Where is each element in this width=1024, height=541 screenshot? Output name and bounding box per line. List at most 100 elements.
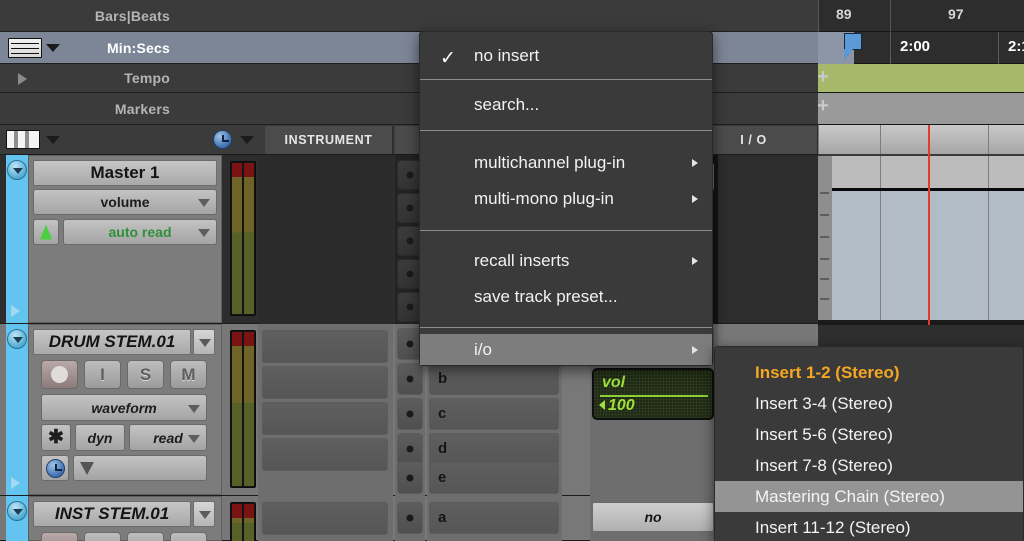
submenu-item-mastering-chain[interactable]: Mastering Chain (Stereo) — [715, 481, 1023, 512]
track-view-selector-icon[interactable] — [6, 130, 40, 149]
chevron-down-icon[interactable] — [46, 136, 60, 144]
record-enable-button[interactable] — [41, 360, 78, 389]
insert-indicator[interactable] — [397, 502, 423, 534]
instrument-column-master[interactable] — [258, 155, 393, 324]
track-comments-field[interactable] — [73, 455, 207, 481]
expand-triangle-icon[interactable] — [18, 73, 27, 85]
track-header-master[interactable]: Master 1 volume auto read — [28, 155, 222, 323]
submenu-item-insert-3-4[interactable]: Insert 3-4 (Stereo) — [715, 388, 1023, 419]
record-enable-button[interactable] — [41, 532, 78, 541]
track-play-icon[interactable] — [11, 305, 20, 317]
insert-slot-column-inst[interactable]: a — [427, 496, 562, 541]
insert-indicator-column-inst[interactable] — [395, 496, 425, 541]
mute-button[interactable] — [170, 532, 207, 541]
instrument-slot[interactable] — [262, 438, 388, 471]
instrument-column-drum[interactable] — [258, 324, 393, 496]
insert-slot-a[interactable]: a — [429, 502, 559, 534]
track-name-master[interactable]: Master 1 — [33, 160, 217, 186]
io-column-inst[interactable]: no — [590, 496, 718, 541]
dyn-button[interactable]: dyn — [75, 424, 125, 451]
chevron-down-icon[interactable] — [46, 44, 60, 52]
submenu-item-insert-7-8[interactable]: Insert 7-8 (Stereo) — [715, 450, 1023, 481]
menu-item-io[interactable]: i/o — [420, 334, 712, 365]
instrument-column-inst[interactable] — [258, 496, 393, 541]
add-tempo-button[interactable]: + — [812, 66, 834, 88]
input-monitor-button[interactable] — [84, 532, 121, 541]
insert-slot-c[interactable]: c — [429, 398, 559, 430]
ruler-label-bars-beats: Bars|Beats — [94, 7, 170, 24]
chevron-down-icon[interactable] — [188, 404, 200, 413]
ruler-view-selector-icon[interactable] — [8, 38, 42, 58]
markers-lane[interactable] — [818, 93, 1024, 125]
solo-button[interactable]: S — [127, 360, 164, 389]
column-header-instrument[interactable]: INSTRUMENT — [265, 126, 393, 154]
automation-mode-selector[interactable]: read — [129, 424, 207, 451]
timeline-bars-lane[interactable]: 89 97 — [818, 0, 1024, 32]
record-dot-icon — [51, 366, 68, 383]
track-name-drum[interactable]: DRUM STEM.01 — [33, 329, 191, 355]
chevron-down-icon[interactable] — [198, 229, 210, 237]
insert-indicator[interactable] — [397, 433, 423, 465]
io-no-button[interactable]: no — [592, 502, 714, 532]
insert-slot-b[interactable]: b — [429, 363, 559, 395]
ruler-row-bars-beats[interactable]: Bars|Beats — [0, 0, 818, 32]
input-monitor-button[interactable]: I — [84, 360, 121, 389]
insert-indicator[interactable] — [397, 462, 423, 494]
chevron-down-icon[interactable] — [240, 136, 254, 144]
submenu-arrow-icon — [692, 195, 698, 203]
track-view-selector[interactable]: waveform — [41, 394, 207, 421]
insert-context-menu[interactable]: ✓ no insert search... multichannel plug-… — [419, 31, 713, 366]
track-collapse-icon[interactable] — [7, 501, 27, 521]
menu-item-save-track-preset[interactable]: save track preset... — [420, 279, 712, 315]
submenu-item-insert-5-6[interactable]: Insert 5-6 (Stereo) — [715, 419, 1023, 450]
insert-indicator[interactable] — [397, 363, 423, 395]
track-play-icon[interactable] — [11, 477, 20, 489]
track-timebase-button[interactable] — [41, 455, 69, 481]
track-view-label: waveform — [91, 399, 157, 416]
insert-indicator[interactable] — [397, 398, 423, 430]
track-select-strip[interactable] — [6, 155, 28, 323]
instrument-slot[interactable] — [262, 330, 388, 363]
io-submenu[interactable]: Insert 1-2 (Stereo) Insert 3-4 (Stereo) … — [714, 346, 1024, 541]
track-asterisk-button[interactable]: ✱ — [41, 424, 71, 451]
solo-button[interactable] — [127, 532, 164, 541]
submenu-item-insert-1-2[interactable]: Insert 1-2 (Stereo) — [715, 357, 1023, 388]
menu-item-label: i/o — [474, 339, 492, 359]
track-parameter-selector[interactable]: volume — [33, 189, 217, 215]
instrument-slot[interactable] — [262, 402, 388, 435]
track-meter-drum — [230, 330, 256, 488]
timeline-minsecs-lane[interactable]: 2:00 2:1 — [818, 32, 1024, 64]
instrument-slot[interactable] — [262, 502, 388, 535]
track-parameter-label: volume — [100, 194, 150, 210]
insert-slot-d[interactable]: d — [429, 433, 559, 465]
menu-item-search[interactable]: search... — [420, 87, 712, 123]
automation-mode-selector[interactable]: auto read — [63, 219, 217, 245]
track-collapse-icon[interactable] — [7, 329, 27, 349]
insert-slot-e[interactable]: e — [429, 462, 559, 494]
track-select-strip[interactable] — [6, 496, 28, 541]
track-name-chevron-icon[interactable] — [193, 501, 215, 527]
submenu-item-insert-11-12[interactable]: Insert 11-12 (Stereo) — [715, 512, 1023, 541]
edit-lane-top[interactable] — [818, 125, 1024, 155]
track-collapse-icon[interactable] — [7, 160, 27, 180]
tempo-lane[interactable] — [818, 64, 1024, 93]
track-name-chevron-icon[interactable] — [193, 329, 215, 355]
menu-item-multi-mono-plugin[interactable]: multi-mono plug-in — [420, 181, 712, 217]
automation-safe-icon[interactable] — [33, 219, 59, 245]
track-name-inst[interactable]: INST STEM.01 — [33, 501, 191, 527]
menu-item-recall-inserts[interactable]: recall inserts — [420, 243, 712, 279]
track-select-strip[interactable] — [6, 324, 28, 495]
track-header-drum[interactable]: DRUM STEM.01 I S M waveform ✱ dyn read — [28, 324, 222, 495]
mute-button[interactable]: M — [170, 360, 207, 389]
menu-item-multichannel-plugin[interactable]: multichannel plug-in — [420, 145, 712, 181]
track-header-inst[interactable]: INST STEM.01 — [28, 496, 222, 541]
clock-icon — [45, 458, 65, 478]
add-marker-button[interactable]: + — [812, 95, 834, 117]
menu-item-no-insert[interactable]: ✓ no insert — [420, 32, 712, 79]
playhead-flag-icon[interactable] — [844, 33, 862, 61]
instrument-slot[interactable] — [262, 366, 388, 399]
clock-icon[interactable] — [213, 130, 232, 149]
io-vol-display[interactable]: vol 100 — [592, 368, 714, 420]
chevron-down-icon[interactable] — [198, 199, 210, 207]
chevron-down-icon[interactable] — [188, 434, 200, 443]
